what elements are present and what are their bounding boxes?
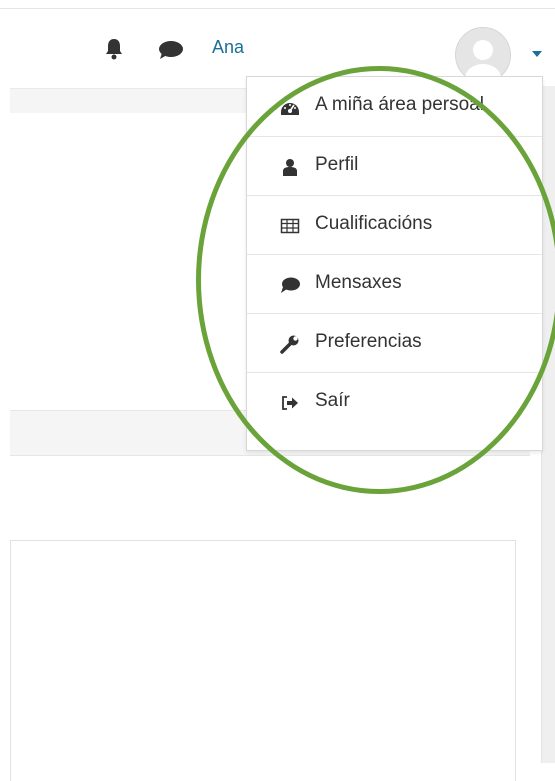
chat-bubble-icon[interactable] xyxy=(158,40,184,60)
chat-bubble-icon xyxy=(281,277,300,293)
scrollbar-track[interactable] xyxy=(541,86,555,763)
menu-item-logout[interactable]: Saír xyxy=(247,372,542,431)
menu-item-label: A miña área persoal xyxy=(315,94,484,115)
menu-item-label: Cualificacións xyxy=(315,213,433,234)
menu-item-label: Preferencias xyxy=(315,331,422,352)
menu-item-dashboard[interactable]: A miña área persoal xyxy=(247,77,542,136)
user-name-link[interactable]: Ana xyxy=(212,37,244,58)
table-icon xyxy=(280,218,300,234)
menu-item-label: Perfil xyxy=(315,154,359,175)
dashboard-icon xyxy=(281,103,299,115)
menu-item-messages[interactable]: Mensaxes xyxy=(247,254,542,313)
sign-out-icon xyxy=(282,396,298,410)
menu-item-grades[interactable]: Cualificacións xyxy=(247,195,542,254)
bell-icon[interactable] xyxy=(104,38,124,60)
user-icon xyxy=(283,159,297,176)
redacted-name xyxy=(254,41,444,61)
wrench-icon xyxy=(280,335,299,354)
menu-item-label: Saír xyxy=(315,390,350,411)
content-panel xyxy=(10,540,516,781)
user-avatar[interactable] xyxy=(455,27,511,83)
menu-item-profile[interactable]: Perfil xyxy=(247,136,542,195)
caret-down-icon[interactable] xyxy=(531,50,543,58)
menu-item-preferences[interactable]: Preferencias xyxy=(247,313,542,372)
user-dropdown-menu: A miña área persoal Perfil Cualificación… xyxy=(246,76,543,451)
menu-item-label: Mensaxes xyxy=(315,272,402,293)
